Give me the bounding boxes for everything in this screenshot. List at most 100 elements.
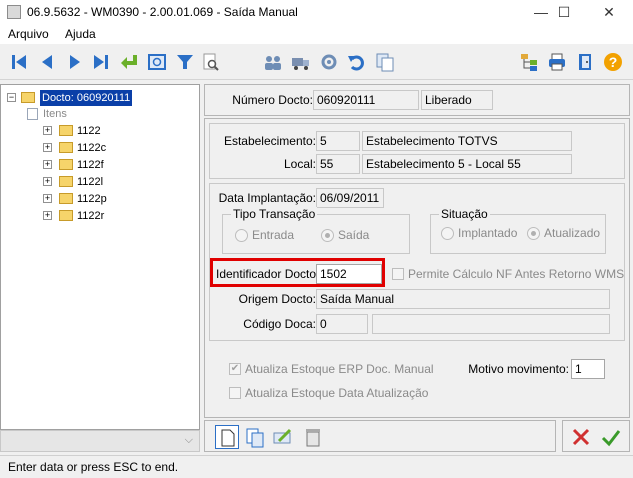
- users-icon: [265, 56, 281, 70]
- delete-button[interactable]: [301, 425, 325, 449]
- truck-icon: [292, 58, 309, 70]
- last-record-button[interactable]: [90, 51, 112, 73]
- menu-ajuda[interactable]: Ajuda: [65, 27, 96, 41]
- tree-itens-label: Itens: [43, 108, 67, 120]
- chevron-down-icon[interactable]: ⌵: [185, 434, 193, 447]
- return-button[interactable]: [118, 51, 140, 73]
- saida-label: Saída: [338, 228, 370, 242]
- new-button[interactable]: [215, 425, 239, 449]
- permite-calculo-checkbox[interactable]: [392, 268, 404, 280]
- next-record-button[interactable]: [64, 51, 86, 73]
- data-implantacao-field[interactable]: 06/09/2011: [316, 188, 384, 208]
- location-section: Estabelecimento: 5 Estabelecimento TOTVS…: [209, 123, 625, 179]
- help-button[interactable]: ?: [602, 51, 624, 73]
- door-icon: [579, 54, 591, 70]
- saida-radio[interactable]: [321, 229, 334, 242]
- copy-button[interactable]: [374, 51, 396, 73]
- local-code-field[interactable]: 55: [316, 154, 360, 174]
- return-arrow-icon: [121, 55, 137, 69]
- situacao-group: Situação Implantado Atualizado: [430, 207, 606, 254]
- codigo-doca-description-field: [372, 314, 610, 334]
- tree-item-label: 1122: [77, 125, 101, 137]
- search-button[interactable]: [200, 51, 222, 73]
- expand-icon[interactable]: +: [43, 126, 52, 135]
- printer-icon: [549, 53, 565, 71]
- confirm-check-icon: [601, 430, 621, 447]
- highlight-box: [210, 258, 385, 287]
- numero-docto-field[interactable]: 060920111: [313, 90, 419, 110]
- print-button[interactable]: [546, 51, 568, 73]
- tree-item-label: 1122c: [77, 142, 107, 154]
- situacao-legend: Situação: [439, 207, 490, 221]
- atualiza-erp-checkbox[interactable]: ✔: [229, 363, 241, 375]
- edit-document-icon: [246, 428, 264, 448]
- tree-bottom-combo[interactable]: ⌵: [0, 430, 200, 452]
- expand-icon[interactable]: +: [43, 160, 52, 169]
- entrada-radio[interactable]: [235, 229, 248, 242]
- expand-icon[interactable]: +: [43, 194, 52, 203]
- implantado-label: Implantado: [458, 226, 518, 240]
- exit-button[interactable]: [574, 51, 596, 73]
- first-icon: [12, 55, 26, 69]
- header-panel: Número Docto: 060920111 Liberado: [204, 84, 630, 116]
- action-toolbar: [204, 420, 556, 452]
- motivo-movimento-field[interactable]: 1: [571, 359, 605, 379]
- goto-button[interactable]: [146, 51, 168, 73]
- cancel-button[interactable]: [569, 425, 593, 449]
- check-icon: ✔: [230, 363, 240, 374]
- folder-icon: [59, 193, 73, 204]
- expand-icon[interactable]: +: [43, 177, 52, 186]
- folder-icon: [59, 142, 73, 153]
- local-label: Local:: [283, 157, 316, 171]
- last-icon: [94, 55, 108, 69]
- help-icon: ?: [604, 53, 622, 71]
- status-text: Enter data or press ESC to end.: [8, 460, 179, 474]
- implantado-radio[interactable]: [441, 227, 454, 240]
- numero-docto-label: Número Docto:: [232, 93, 313, 107]
- users-button[interactable]: [262, 51, 284, 73]
- filter-button[interactable]: [174, 51, 196, 73]
- document-tree[interactable]: − Docto: 060920111 Itens + 1122 + 1122c …: [0, 84, 200, 430]
- copy-record-button[interactable]: [271, 425, 295, 449]
- settings-button[interactable]: [318, 51, 340, 73]
- previous-icon: [42, 55, 52, 69]
- atualizado-radio[interactable]: [527, 227, 540, 240]
- tree-root-node[interactable]: − Docto: 060920111: [7, 90, 197, 106]
- close-button[interactable]: ✕: [586, 0, 632, 24]
- folder-open-icon: [21, 92, 35, 103]
- undo-button[interactable]: [346, 51, 368, 73]
- atualizado-label: Atualizado: [544, 226, 601, 240]
- search-document-icon: [203, 53, 219, 71]
- confirm-toolbar: [562, 420, 630, 452]
- hierarchy-button[interactable]: [518, 51, 540, 73]
- gear-icon: [321, 54, 337, 70]
- edit-button[interactable]: [243, 425, 267, 449]
- confirm-button[interactable]: [599, 425, 623, 449]
- estabelecimento-code-field[interactable]: 5: [316, 131, 360, 151]
- tipo-transacao-legend: Tipo Transação: [231, 207, 318, 221]
- expand-icon[interactable]: +: [43, 143, 52, 152]
- folder-icon: [59, 125, 73, 136]
- expand-icon[interactable]: +: [43, 211, 52, 220]
- collapse-icon[interactable]: −: [7, 93, 16, 102]
- atualiza-data-checkbox[interactable]: [229, 387, 241, 399]
- tree-item-label: 1122p: [77, 193, 107, 205]
- new-document-icon: [221, 429, 235, 447]
- previous-record-button[interactable]: [36, 51, 58, 73]
- origem-docto-field: Saída Manual: [316, 289, 610, 309]
- tree-item-label: 1122r: [77, 210, 105, 222]
- copy-icon: [376, 53, 394, 72]
- pencil-icon: [273, 428, 292, 444]
- transport-button[interactable]: [290, 51, 312, 73]
- trash-icon: [306, 429, 320, 447]
- list-icon: [27, 108, 38, 120]
- folder-icon: [59, 176, 73, 187]
- tipo-transacao-group: Tipo Transação Entrada Saída: [222, 207, 410, 254]
- first-record-button[interactable]: [8, 51, 30, 73]
- codigo-doca-label: Código Doca:: [243, 317, 316, 331]
- codigo-doca-field[interactable]: 0: [316, 314, 368, 334]
- atualiza-data-label: Atualiza Estoque Data Atualização: [245, 386, 429, 400]
- maximize-button[interactable]: ☐: [541, 0, 587, 24]
- menu-arquivo[interactable]: Arquivo: [8, 27, 49, 41]
- tree-item-label: 1122l: [77, 176, 104, 188]
